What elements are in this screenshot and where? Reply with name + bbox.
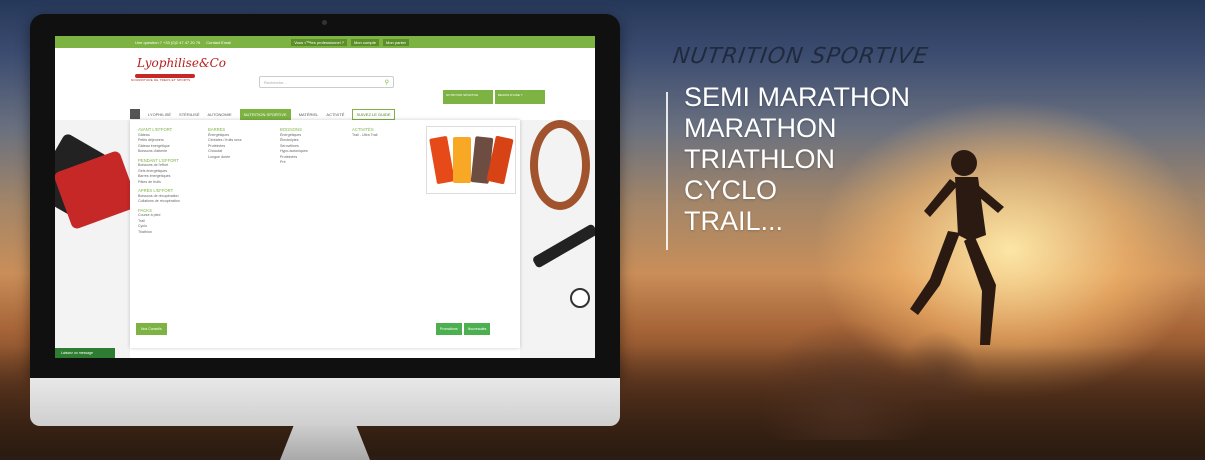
events-list: SEMI MARATHON MARATHON TRIATHLON CYCLO T…: [684, 82, 910, 237]
event-item: MARATHON: [684, 113, 837, 143]
home-icon[interactable]: [130, 109, 140, 119]
mega-item[interactable]: Pâtes de fruits: [138, 180, 180, 186]
mega-item[interactable]: Pré: [280, 160, 308, 166]
nav-autonomie[interactable]: AUTONOMIE: [208, 112, 232, 117]
product-bar-image: [453, 137, 471, 183]
chat-button[interactable]: Laissez un message: [55, 348, 115, 358]
mega-col-1: AVANT L'EFFORT Gâteau Petits déjeuners G…: [138, 124, 180, 235]
nav-suivez-le-guide[interactable]: SUIVEZ LE GUIDE: [352, 108, 395, 120]
event-item: CYCLO: [684, 175, 778, 205]
promo-products-image[interactable]: [426, 126, 516, 194]
event-item: TRAIL...: [684, 206, 784, 236]
pro-button[interactable]: Vous √™tes professionnel ?: [291, 38, 347, 46]
belt-image: [531, 223, 595, 269]
search-icon[interactable]: ⚲: [385, 77, 389, 89]
monitor-bezel: Une question ? +33 (0)2 47 47 20 79 Cont…: [30, 14, 620, 378]
site-topbar: Une question ? +33 (0)2 47 47 20 79 Cont…: [55, 36, 595, 48]
nav-sterilise[interactable]: STÉRILISÉ: [179, 112, 199, 117]
logo-tagline: NOURRITURE DE TREKS ET SPORTS: [131, 78, 191, 82]
headline-title: NUTRITION SPORTIVE: [671, 44, 930, 69]
search-input[interactable]: Recherche... ⚲: [259, 76, 394, 88]
left-product-image: [55, 120, 130, 358]
trust-badge-icon[interactable]: [570, 288, 590, 308]
mega-col-2: BARRES Énergétiques Céréales / fruits se…: [208, 124, 242, 160]
mega-heading[interactable]: ACTIVITÉS: [352, 127, 377, 133]
mega-menu: AVANT L'EFFORT Gâteau Petits déjeuners G…: [130, 120, 520, 348]
nav-materiel[interactable]: MATÉRIEL: [299, 112, 319, 117]
mega-item[interactable]: Trail - Ultra Trail: [352, 133, 377, 139]
nav-lyophilise[interactable]: LYOPHILISÉ: [148, 112, 171, 117]
rope-image: [530, 120, 590, 210]
mega-item[interactable]: Longue durée: [208, 155, 242, 161]
cart-button[interactable]: Mon panier: [382, 38, 409, 46]
mega-col-3: BOISSONS Énergétiques Électrolytes Sérov…: [280, 124, 308, 166]
help-badge[interactable]: BESOIN D'AIDE ?: [495, 90, 545, 104]
site-header: Lyophilise&Co NOURRITURE DE TREKS ET SPO…: [55, 48, 595, 108]
imac-monitor: Une question ? +33 (0)2 47 47 20 79 Cont…: [30, 14, 620, 460]
monitor-chin: [30, 378, 620, 426]
runner-silhouette: [910, 150, 1004, 345]
right-product-image: [520, 120, 595, 358]
site-logo[interactable]: Lyophilise&Co: [137, 56, 226, 70]
mega-item[interactable]: Collations de récupération: [138, 199, 180, 205]
mega-item[interactable]: Hypo-isotoniques: [280, 149, 308, 155]
nutrition-badge[interactable]: NUTRITION SPORTIVE: [443, 90, 493, 104]
mega-col-4: ACTIVITÉS Trail - Ultra Trail: [352, 124, 377, 138]
mega-item[interactable]: Triathlon: [138, 230, 180, 236]
mega-buttons: Promotions Nouveautés: [436, 323, 491, 335]
product-bar-image: [429, 135, 455, 185]
camera-dot: [322, 20, 327, 25]
nav-nutrition-sportive[interactable]: NUTRITION SPORTIVE: [239, 108, 291, 120]
conseils-button[interactable]: Nos Conseils: [136, 323, 167, 335]
mega-item[interactable]: Boissons d'attente: [138, 149, 180, 155]
monitor-screen: Une question ? +33 (0)2 47 47 20 79 Cont…: [55, 36, 595, 358]
mega-item[interactable]: Céréales / fruits secs: [208, 138, 242, 144]
nouveautes-button[interactable]: Nouveautés: [463, 323, 491, 335]
account-button[interactable]: Mon compte: [350, 38, 379, 46]
contact-link[interactable]: Contact Email: [206, 40, 231, 45]
promotions-button[interactable]: Promotions: [436, 323, 462, 335]
vertical-rule: [666, 92, 668, 250]
nav-activite[interactable]: ACTIVITÉ: [326, 112, 344, 117]
header-badges: NUTRITION SPORTIVE BESOIN D'AIDE ?: [443, 90, 545, 104]
monitor-stand: [280, 426, 370, 460]
event-item: TRIATHLON: [684, 144, 836, 174]
event-item: SEMI MARATHON: [684, 82, 911, 112]
search-placeholder: Recherche...: [264, 80, 287, 85]
phone-question[interactable]: Une question ? +33 (0)2 47 47 20 79: [135, 40, 200, 45]
